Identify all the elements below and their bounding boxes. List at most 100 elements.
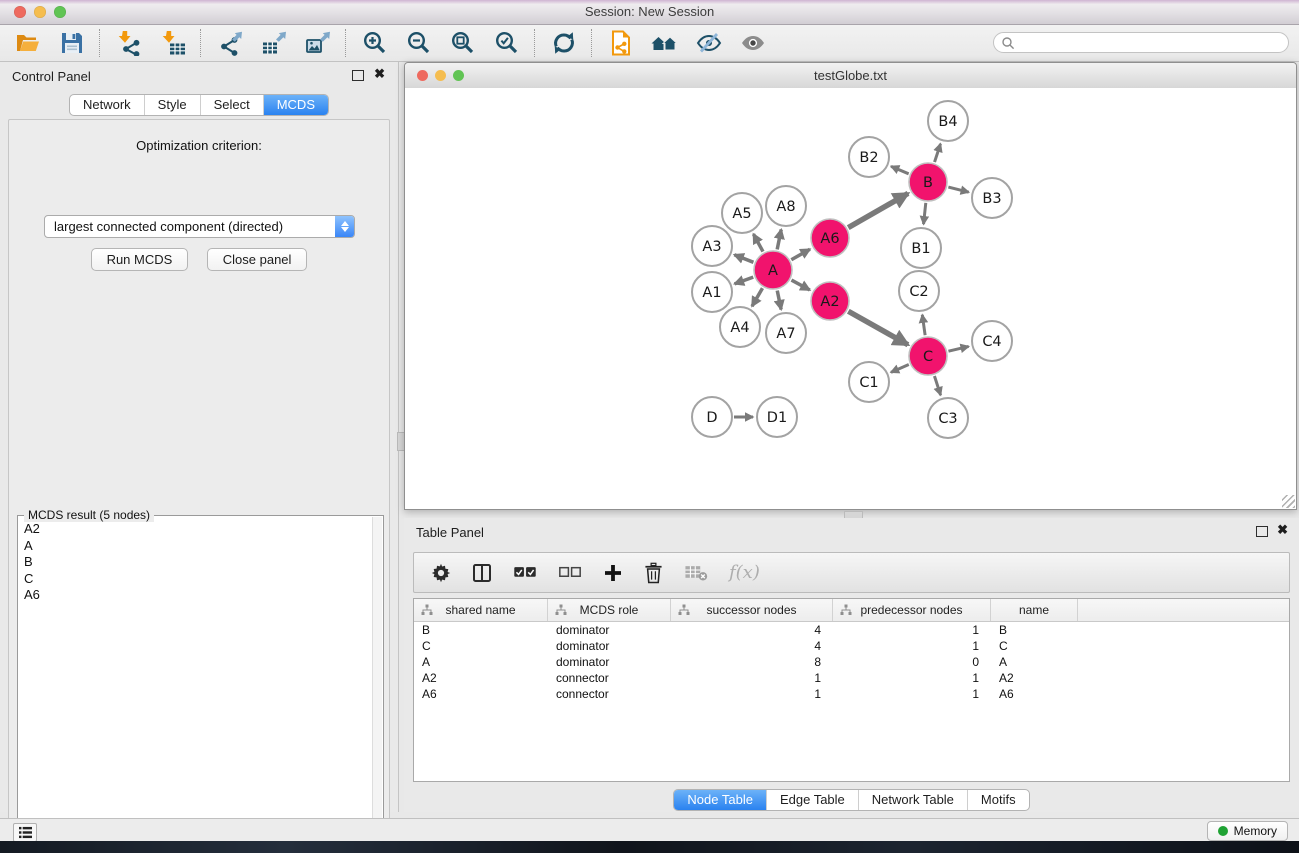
open-session-icon[interactable] [14,30,41,57]
main-toolbar [0,25,1299,62]
graph-edge-A-A4[interactable] [752,288,762,306]
zoom-out-icon[interactable] [405,30,432,57]
close-panel-button[interactable]: Close panel [207,248,308,271]
tab-node-table[interactable]: Node Table [674,790,766,810]
float-table-panel-icon[interactable] [1256,526,1268,537]
tab-select[interactable]: Select [200,95,263,115]
table-cell: 8 [671,655,833,669]
home-layout-icon[interactable] [651,30,678,57]
mcds-result-scrollbar[interactable] [372,517,382,853]
mcds-result-item[interactable]: A [19,538,373,555]
graph-node-label: B1 [911,241,930,257]
table-row[interactable]: A6connector11A6 [414,686,1289,702]
graph-edge-A-A7[interactable] [777,291,781,310]
graph-edge-A2-C[interactable] [848,311,908,344]
mcds-result-item[interactable]: C [19,571,373,588]
mcds-result-item[interactable]: B [19,554,373,571]
tab-mcds[interactable]: MCDS [263,95,328,115]
network-view-window: testGlobe.txt B4B2BB3A5A8A6A3B1AA1C2A2A4… [404,62,1297,510]
settings-icon[interactable] [431,563,451,583]
import-network-icon[interactable] [115,30,142,57]
column-header-successor-nodes[interactable]: successor nodes [671,599,833,621]
table-cell: 4 [671,623,833,637]
control-panel-title: Control Panel [12,69,91,84]
show-columns-icon[interactable] [472,563,492,583]
delete-column-icon[interactable] [644,562,663,584]
network-window-title: testGlobe.txt [405,68,1296,83]
table-row[interactable]: Adominator80A [414,654,1289,670]
table-row[interactable]: Cdominator41C [414,638,1289,654]
graph-edge-A-A8[interactable] [777,230,781,250]
search-field[interactable] [993,32,1289,53]
window-title: Session: New Session [0,4,1299,19]
mcds-result-item[interactable]: A6 [19,587,373,604]
node-table: shared nameMCDS rolesuccessor nodesprede… [413,598,1290,782]
delete-table-icon [684,563,708,582]
table-cell: A2 [991,671,1078,685]
column-header-shared-name[interactable]: shared name [414,599,548,621]
graph-edge-C-C2[interactable] [922,315,925,335]
save-session-icon[interactable] [58,30,85,57]
table-row[interactable]: Bdominator41B [414,622,1289,638]
tab-network-table[interactable]: Network Table [858,790,967,810]
float-panel-icon[interactable] [352,70,364,81]
graph-edge-A-A1[interactable] [735,277,754,284]
mcds-tab-content: Optimization criterion: largest connecte… [8,119,390,853]
column-header-predecessor-nodes[interactable]: predecessor nodes [833,599,991,621]
show-panels-list-button[interactable] [13,823,37,842]
graph-edge-A6-B[interactable] [848,193,908,227]
zoom-fit-icon[interactable] [449,30,476,57]
graph-edge-A-A2[interactable] [791,280,809,290]
column-header-MCDS-role[interactable]: MCDS role [548,599,671,621]
tab-motifs[interactable]: Motifs [967,790,1029,810]
new-network-document-icon[interactable] [607,30,634,57]
tab-network[interactable]: Network [70,95,144,115]
select-all-icon[interactable] [513,565,537,580]
close-table-panel-icon[interactable]: ✖ [1277,523,1288,537]
graph-edge-C-C3[interactable] [934,376,940,395]
deselect-all-icon[interactable] [558,565,582,580]
graph-node-label: A6 [820,231,839,247]
graph-edge-A-A3[interactable] [734,255,753,263]
graph-edge-C-C4[interactable] [948,346,968,351]
export-image-icon[interactable] [304,30,331,57]
table-cell: 4 [671,639,833,653]
column-header-name[interactable]: name [991,599,1078,621]
memory-button[interactable]: Memory [1207,821,1288,841]
graph-edge-A-A6[interactable] [791,249,810,259]
close-panel-icon[interactable]: ✖ [374,67,385,81]
graph-edge-B-B2[interactable] [891,166,909,173]
control-panel: Control Panel ✖ NetworkStyleSelectMCDS O… [0,62,399,812]
show-panels-icon[interactable] [739,30,766,57]
export-network-icon[interactable] [216,30,243,57]
graph-edge-A-A5[interactable] [753,234,763,251]
table-cell: 0 [833,655,991,669]
zoom-in-icon[interactable] [361,30,388,57]
search-input[interactable] [1019,35,1288,51]
optimization-criterion-label: Optimization criterion: [9,138,389,153]
mcds-result-title: MCDS result (5 nodes) [24,508,154,522]
refresh-network-icon[interactable] [550,30,577,57]
run-mcds-button[interactable]: Run MCDS [91,248,189,271]
zoom-selected-icon[interactable] [493,30,520,57]
tab-edge-table[interactable]: Edge Table [766,790,858,810]
graph-edge-B-B3[interactable] [948,187,968,192]
criterion-dropdown-value: largest connected component (directed) [45,219,335,234]
graph-node-label: C4 [982,334,1001,350]
export-table-icon[interactable] [260,30,287,57]
graph-edge-B-B4[interactable] [935,144,941,162]
graph-edge-C-C1[interactable] [891,364,909,372]
window-resize-grip[interactable] [1282,495,1295,508]
criterion-dropdown[interactable]: largest connected component (directed) [44,215,355,238]
hide-panels-icon[interactable] [695,30,722,57]
import-table-icon[interactable] [159,30,186,57]
tab-style[interactable]: Style [144,95,200,115]
network-graph[interactable]: B4B2BB3A5A8A6A3B1AA1C2A2A4A7C4CC1DD1C3 [405,88,1296,508]
mcds-result-item[interactable]: A2 [19,521,373,538]
graph-edge-B-B1[interactable] [924,203,926,224]
virtual-column-icon [678,604,690,616]
table-row[interactable]: A2connector11A2 [414,670,1289,686]
add-column-icon[interactable] [603,563,623,583]
network-canvas[interactable]: B4B2BB3A5A8A6A3B1AA1C2A2A4A7C4CC1DD1C3 [405,88,1296,509]
graph-node-label: C3 [938,411,957,427]
